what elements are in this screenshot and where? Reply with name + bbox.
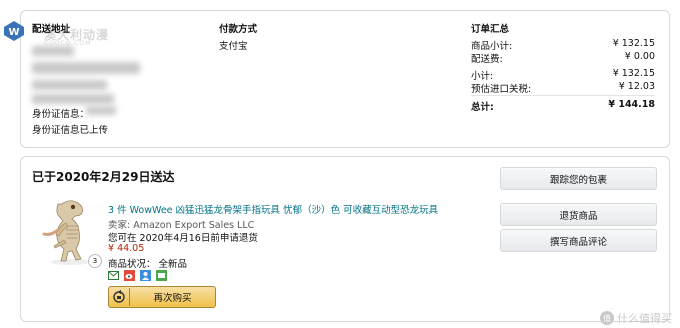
summary-row-subtotal: 小计: ¥ 132.15 bbox=[471, 68, 655, 82]
summary-total-label: 总计: bbox=[471, 102, 494, 113]
redacted-address-line bbox=[32, 94, 114, 104]
summary-row-total: 总计: ¥ 144.18 bbox=[471, 99, 655, 113]
reorder-icon bbox=[113, 290, 125, 303]
weibo-share-icon[interactable] bbox=[124, 270, 135, 281]
quantity-badge: 3 bbox=[88, 254, 102, 268]
summary-value: ¥ 0.00 bbox=[624, 51, 655, 62]
id-info-label: 身份证信息： bbox=[32, 109, 90, 120]
redacted-address-line bbox=[32, 62, 140, 74]
email-share-icon[interactable] bbox=[108, 270, 119, 281]
social-share-icon[interactable] bbox=[140, 270, 151, 281]
summary-total-value: ¥ 144.18 bbox=[608, 99, 655, 110]
reorder-icon-box bbox=[109, 288, 130, 306]
summary-label: 配送费: bbox=[471, 54, 503, 65]
footer-watermark-badge: 值 bbox=[600, 311, 614, 325]
condition-row: 商品状况： 全新品 bbox=[108, 256, 187, 270]
return-deadline-note: 您可在 2020年4月16日前申请退货 bbox=[108, 233, 258, 244]
summary-row-import-duty: 预估进口关税: ¥ 12.03 bbox=[471, 81, 655, 95]
summary-row-subtotal-items: 商品小计: ¥ 132.15 bbox=[471, 38, 655, 52]
write-review-button[interactable]: 撰写商品评论 bbox=[500, 229, 657, 252]
condition-value: 全新品 bbox=[158, 259, 188, 270]
buy-again-label: 再次购买 bbox=[153, 293, 192, 304]
summary-value: ¥ 132.15 bbox=[612, 38, 655, 49]
footer-watermark-text: 什么值得买 bbox=[617, 312, 672, 325]
buy-again-button[interactable]: 再次购买 bbox=[108, 286, 216, 308]
product-price: ¥ 44.05 bbox=[108, 243, 145, 254]
summary-value: ¥ 132.15 bbox=[612, 68, 655, 79]
product-title-link[interactable]: 3 件 WowWee 凶猛迅猛龙骨架手指玩具 忧郁（沙）色 可收藏互动型恐龙玩具 bbox=[108, 202, 438, 216]
order-summary-header: 订单汇总 bbox=[471, 24, 510, 35]
payment-method-header: 付款方式 bbox=[219, 24, 258, 35]
footer-watermark: 值 什么值得买 bbox=[600, 310, 672, 326]
site-watermark-logo-icon: W bbox=[4, 21, 24, 41]
summary-label: 小计: bbox=[471, 71, 494, 82]
redacted-address-line bbox=[32, 80, 107, 90]
summary-divider bbox=[471, 95, 655, 96]
id-info-status: 身份证信息已上传 bbox=[32, 125, 109, 136]
redacted-address-line bbox=[32, 46, 74, 56]
summary-value: ¥ 12.03 bbox=[618, 81, 655, 92]
product-seller: 卖家: Amazon Export Sales LLC bbox=[108, 220, 255, 231]
track-package-button[interactable]: 跟踪您的包裹 bbox=[500, 167, 657, 190]
payment-method-value: 支付宝 bbox=[219, 41, 248, 52]
summary-label: 商品小计: bbox=[471, 41, 513, 52]
svg-text:W: W bbox=[8, 27, 19, 38]
summary-label: 预估进口关税: bbox=[471, 84, 532, 95]
message-share-icon[interactable] bbox=[156, 270, 167, 281]
return-items-button[interactable]: 退货商品 bbox=[500, 203, 657, 226]
delivery-status-title: 已于2020年2月29日送达 bbox=[32, 170, 175, 184]
redacted-id-value bbox=[86, 106, 116, 115]
shipping-address-header: 配送地址 bbox=[32, 24, 71, 35]
summary-row-shipping: 配送费: ¥ 0.00 bbox=[471, 51, 655, 65]
condition-label: 商品状况： bbox=[108, 259, 156, 270]
